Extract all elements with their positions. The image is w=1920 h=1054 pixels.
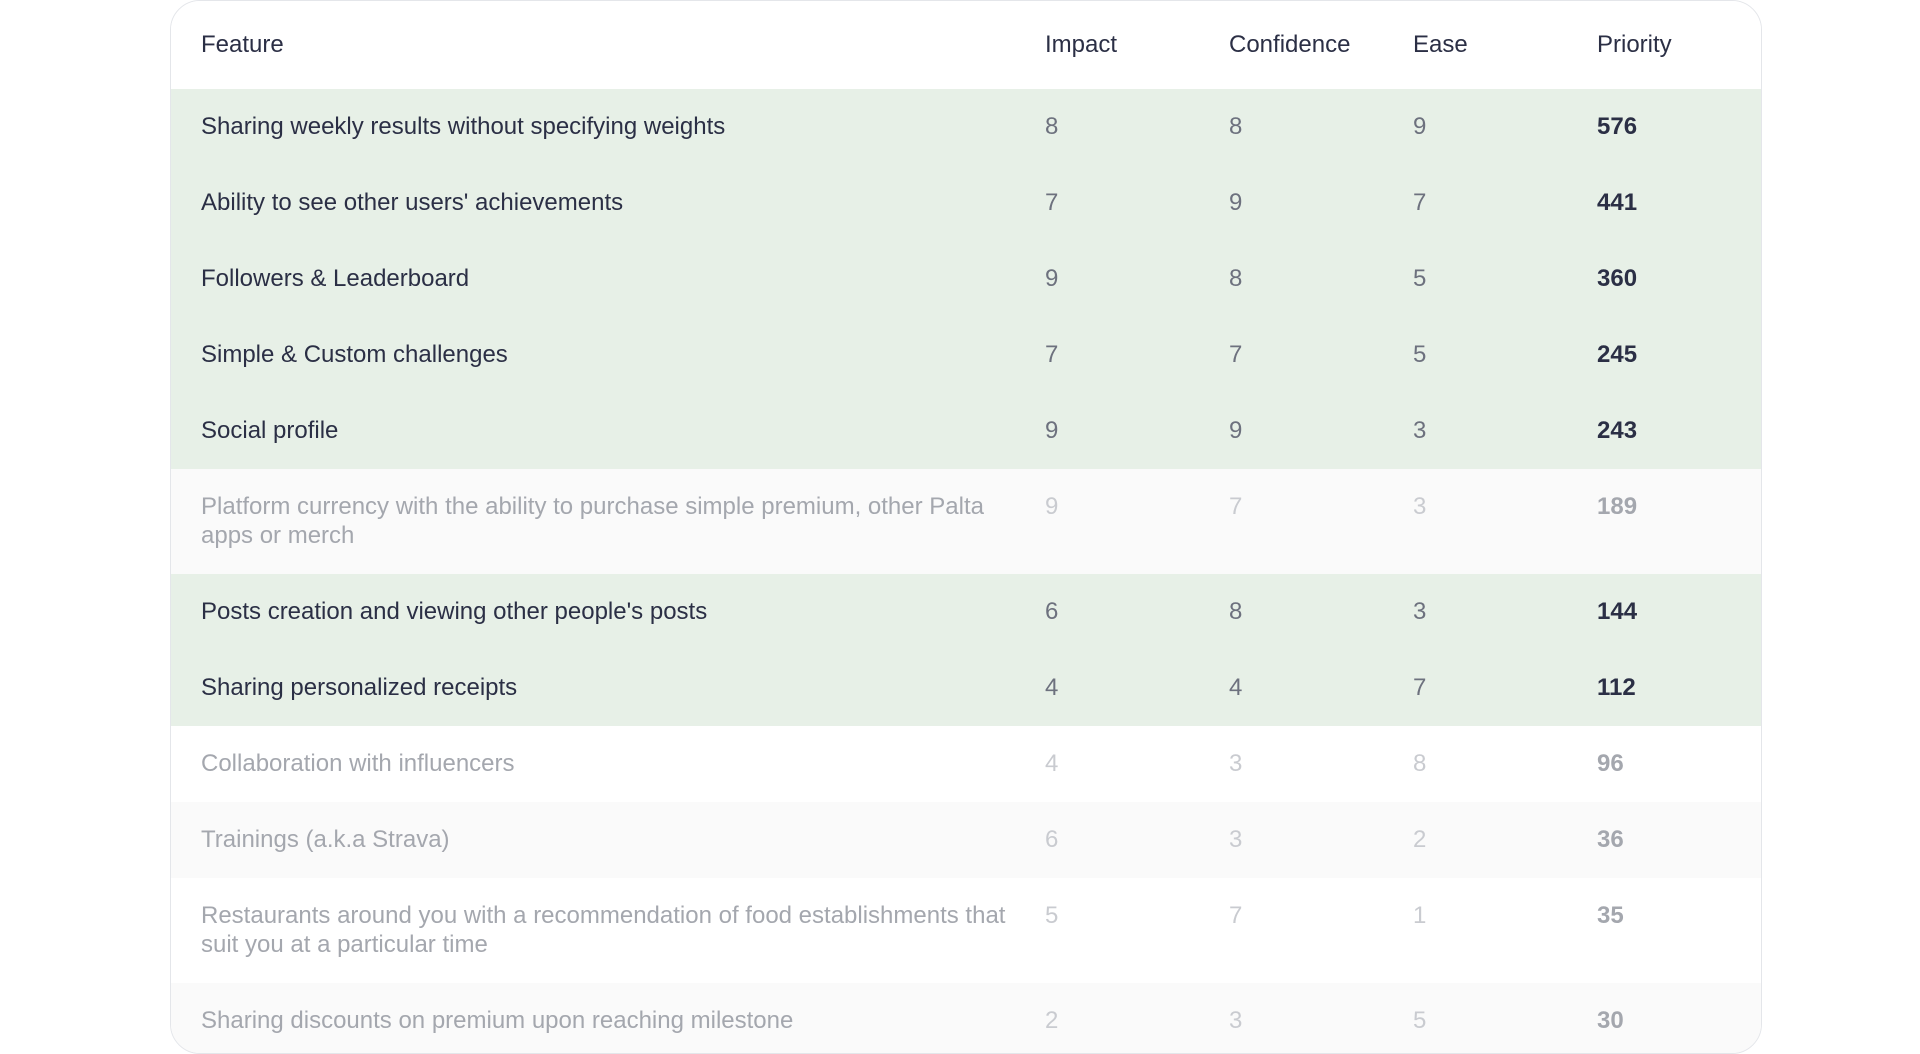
cell-impact: 6	[1045, 598, 1059, 625]
cell-priority: 441	[1597, 189, 1638, 216]
cell-priority: 243	[1597, 417, 1638, 444]
cell-confidence: 3	[1229, 1007, 1243, 1034]
cell-ease: 5	[1413, 1007, 1427, 1034]
cell-ease: 2	[1413, 826, 1427, 853]
cell-feature: Sharing discounts on premium upon reachi…	[201, 1007, 794, 1034]
table-row[interactable]: Simple & Custom challenges 7 7 5 245	[171, 317, 1761, 393]
cell-ease: 9	[1413, 113, 1427, 140]
table-row[interactable]: Ability to see other users' achievements…	[171, 165, 1761, 241]
cell-feature: Restaurants around you with a recommenda…	[201, 902, 1006, 958]
cell-impact: 9	[1045, 265, 1059, 292]
cell-confidence: 7	[1229, 902, 1243, 929]
cell-priority: 35	[1597, 902, 1624, 929]
cell-priority: 245	[1597, 341, 1638, 368]
cell-impact: 8	[1045, 113, 1059, 140]
table-row[interactable]: Trainings (a.k.a Strava) 6 3 2 36	[171, 802, 1761, 878]
cell-priority: 112	[1597, 674, 1636, 701]
cell-feature: Sharing weekly results without specifyin…	[201, 113, 726, 140]
table-row[interactable]: Posts creation and viewing other people'…	[171, 574, 1761, 650]
cell-confidence: 7	[1229, 493, 1243, 520]
table-row[interactable]: Sharing weekly results without specifyin…	[171, 89, 1761, 165]
cell-priority: 360	[1597, 265, 1638, 292]
header-ease[interactable]: Ease	[1413, 30, 1597, 60]
cell-priority: 36	[1597, 826, 1624, 853]
cell-ease: 8	[1413, 750, 1427, 777]
table-row[interactable]: Sharing personalized receipts 4 4 7 112	[171, 650, 1761, 726]
cell-confidence: 3	[1229, 826, 1243, 853]
cell-impact: 9	[1045, 417, 1059, 444]
cell-feature: Platform currency with the ability to pu…	[201, 493, 984, 549]
cell-feature: Simple & Custom challenges	[201, 341, 508, 368]
table-row[interactable]: Platform currency with the ability to pu…	[171, 469, 1761, 574]
cell-feature: Posts creation and viewing other people'…	[201, 598, 708, 625]
cell-impact: 6	[1045, 826, 1059, 853]
cell-confidence: 4	[1229, 674, 1243, 701]
cell-ease: 3	[1413, 598, 1427, 625]
cell-impact: 4	[1045, 750, 1059, 777]
cell-ease: 1	[1413, 902, 1427, 929]
header-impact[interactable]: Impact	[1045, 30, 1229, 60]
header-feature[interactable]: Feature	[201, 30, 1045, 60]
cell-priority: 576	[1597, 113, 1638, 140]
cell-feature: Collaboration with influencers	[201, 750, 515, 777]
cell-impact: 9	[1045, 493, 1059, 520]
cell-ease: 3	[1413, 417, 1427, 444]
cell-priority: 144	[1597, 598, 1638, 625]
cell-feature: Followers & Leaderboard	[201, 265, 470, 292]
rice-priority-table: Feature Impact Confidence Ease Priority …	[170, 0, 1762, 1054]
cell-priority: 189	[1597, 493, 1638, 520]
cell-feature: Sharing personalized receipts	[201, 674, 518, 701]
cell-feature: Social profile	[201, 417, 339, 444]
header-confidence[interactable]: Confidence	[1229, 30, 1413, 60]
cell-feature: Ability to see other users' achievements	[201, 189, 624, 216]
cell-confidence: 7	[1229, 341, 1243, 368]
cell-priority: 96	[1597, 750, 1624, 777]
cell-confidence: 8	[1229, 598, 1243, 625]
cell-priority: 30	[1597, 1007, 1624, 1034]
cell-feature: Trainings (a.k.a Strava)	[201, 826, 450, 853]
cell-impact: 7	[1045, 341, 1059, 368]
cell-ease: 5	[1413, 341, 1427, 368]
cell-impact: 2	[1045, 1007, 1059, 1034]
table-row[interactable]: Sharing discounts on premium upon reachi…	[171, 983, 1761, 1053]
table-row[interactable]: Social profile 9 9 3 243	[171, 393, 1761, 469]
cell-ease: 5	[1413, 265, 1427, 292]
cell-confidence: 8	[1229, 265, 1243, 292]
cell-impact: 4	[1045, 674, 1059, 701]
cell-impact: 7	[1045, 189, 1059, 216]
cell-confidence: 8	[1229, 113, 1243, 140]
cell-confidence: 3	[1229, 750, 1243, 777]
table-row[interactable]: Collaboration with influencers 4 3 8 96	[171, 726, 1761, 802]
cell-ease: 7	[1413, 674, 1427, 701]
cell-confidence: 9	[1229, 417, 1243, 444]
cell-impact: 5	[1045, 902, 1059, 929]
table-header: Feature Impact Confidence Ease Priority	[171, 1, 1761, 89]
table-row[interactable]: Restaurants around you with a recommenda…	[171, 878, 1761, 983]
cell-ease: 7	[1413, 189, 1427, 216]
cell-ease: 3	[1413, 493, 1427, 520]
header-priority[interactable]: Priority	[1597, 30, 1757, 60]
table-row[interactable]: Followers & Leaderboard 9 8 5 360	[171, 241, 1761, 317]
cell-confidence: 9	[1229, 189, 1243, 216]
table-body: Sharing weekly results without specifyin…	[171, 89, 1761, 1053]
